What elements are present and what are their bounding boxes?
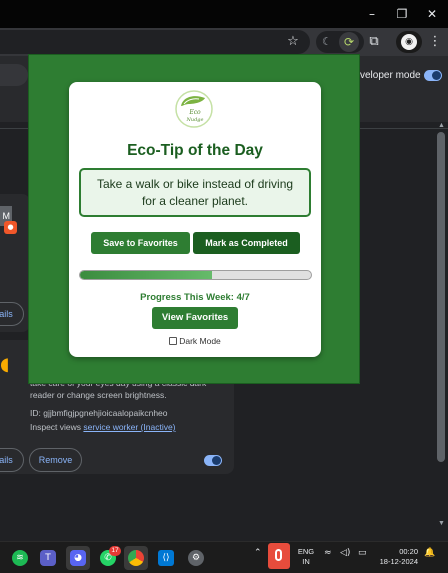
teams-icon: T xyxy=(40,550,56,566)
popup-title: Eco-Tip of the Day xyxy=(127,142,263,159)
logo-text-nudge: Nudge xyxy=(186,117,204,123)
inspect-views: Inspect views service worker (Inactive) xyxy=(30,422,176,432)
tip-text-line-2: for a cleaner planet. xyxy=(141,194,249,208)
record-icon: ● xyxy=(4,221,17,234)
maximize-button[interactable]: ❐ xyxy=(392,4,412,24)
eco-nudge-logo: Eco Nudge xyxy=(175,90,213,128)
chrome-icon xyxy=(128,550,144,566)
discord-icon: ◕ xyxy=(70,550,86,566)
scrollbar-thumb[interactable] xyxy=(437,132,445,462)
clock-date: 18-12-2024 xyxy=(379,557,418,566)
vscode-app[interactable]: ⟨⟩ xyxy=(154,546,178,570)
address-bar[interactable] xyxy=(0,30,310,54)
tip-text-line-1: Take a walk or bike instead of driving xyxy=(96,177,294,191)
chrome-app[interactable] xyxy=(124,546,148,570)
star-icon[interactable]: ☆ xyxy=(282,31,304,53)
notification-bell-icon[interactable]: 🔔 xyxy=(424,548,435,558)
language-code: ENG xyxy=(297,547,315,556)
remove-button[interactable]: Remove xyxy=(29,448,82,472)
dark-mode-checkbox[interactable] xyxy=(169,337,178,345)
close-button[interactable]: ✕ xyxy=(422,4,442,24)
details-button[interactable]: ails xyxy=(0,302,24,326)
extension-id: ID: gjjbmfigjpgnehjioicaalopaikcnheo xyxy=(30,408,168,418)
show-hidden-icons-chevron-up-icon[interactable]: ⌃ xyxy=(254,548,262,558)
popup-card: Eco Nudge Eco-Tip of the Day Take a walk… xyxy=(69,82,321,357)
settings-app[interactable]: ⚙ xyxy=(184,546,208,570)
logo-text-eco: Eco xyxy=(188,109,201,116)
settings-icon: ⚙ xyxy=(188,550,204,566)
developer-mode-toggle[interactable] xyxy=(424,70,442,81)
dark-mode-label: Dark Mode xyxy=(179,336,221,346)
details-button[interactable]: ails xyxy=(0,448,24,472)
scroll-down-arrow-icon[interactable]: ▼ xyxy=(438,520,445,527)
service-worker-link[interactable]: service worker (Inactive) xyxy=(83,422,175,432)
mark-as-completed-button[interactable]: Mark as Completed xyxy=(193,232,300,254)
extension-logo-icon: ◖ xyxy=(0,354,10,375)
view-favorites-button[interactable]: View Favorites xyxy=(152,307,238,329)
browser-toolbar: ☆ ☾ ⟳ ⧉ ◉ ⋮ xyxy=(0,28,448,56)
vscode-icon: ⟨⟩ xyxy=(158,550,174,566)
developer-mode-label: veloper mode xyxy=(360,70,421,81)
dark-mode-option: Dark Mode xyxy=(69,336,321,346)
language-indicator[interactable]: ENG IN xyxy=(296,547,316,567)
profile-avatar-icon: ◉ xyxy=(401,34,417,50)
eco-nudge-popup: Eco Nudge Eco-Tip of the Day Take a walk… xyxy=(28,54,360,384)
progress-fill xyxy=(80,271,212,279)
system-clock[interactable]: 00:20 18-12-2024 xyxy=(374,547,418,567)
clock-time: 00:20 xyxy=(399,547,418,556)
eco-nudge-extension-icon[interactable]: ⟳ xyxy=(339,32,359,52)
profile-button[interactable]: ◉ xyxy=(396,31,422,53)
search-bar[interactable] xyxy=(0,64,28,86)
minimize-button[interactable]: – xyxy=(362,4,382,24)
extension-enable-toggle[interactable] xyxy=(204,455,222,466)
region-code: IN xyxy=(302,557,310,566)
teams-app[interactable]: T xyxy=(36,546,60,570)
kebab-menu-icon[interactable]: ⋮ xyxy=(424,31,446,53)
inspect-label: Inspect views xyxy=(30,422,82,432)
save-to-favorites-button[interactable]: Save to Favorites xyxy=(91,232,190,254)
discord-app[interactable]: ◕ xyxy=(66,546,90,570)
battery-icon[interactable]: ▭ xyxy=(358,548,367,558)
volume-icon[interactable]: ◁) xyxy=(340,548,350,558)
window-title-bar: – ❐ ✕ xyxy=(0,0,448,28)
scroll-up-arrow-icon[interactable]: ▲ xyxy=(438,122,445,129)
moon-icon[interactable]: ☾ xyxy=(322,31,332,53)
spotify-app[interactable]: ≋ xyxy=(8,546,32,570)
weekly-progress-bar xyxy=(79,270,312,280)
spotify-icon: ≋ xyxy=(12,550,28,566)
notification-badge: 17 xyxy=(109,546,121,556)
wifi-icon[interactable]: ≈ xyxy=(324,548,332,558)
progress-text: Progress This Week: 4/7 xyxy=(140,292,250,303)
microphone-in-use-icon[interactable] xyxy=(268,543,290,569)
whatsapp-app[interactable]: ✆ 17 xyxy=(96,546,121,570)
puzzle-icon[interactable]: ⧉ xyxy=(363,31,385,53)
tip-box: Take a walk or bike instead of driving f… xyxy=(79,168,311,217)
